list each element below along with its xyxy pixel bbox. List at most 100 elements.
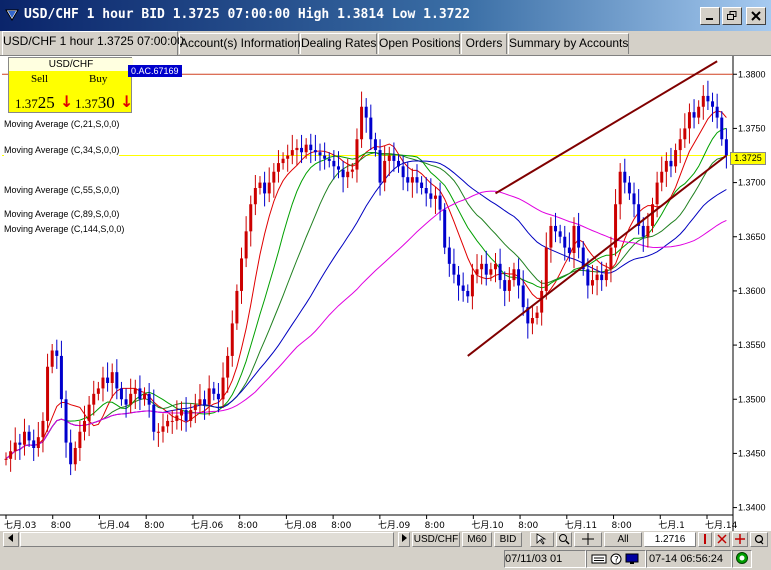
candle-body: [383, 160, 387, 183]
tab-dealing-rates[interactable]: Dealing Rates: [300, 33, 377, 54]
window-title: USD/CHF 1 hour BID 1.3725 07:00:00 High …: [24, 7, 471, 22]
candle-body: [115, 372, 119, 389]
tab-account-information[interactable]: Account(s) Information: [179, 33, 301, 54]
indicator-label[interactable]: Moving Average (C,89,S,0,0): [4, 209, 120, 221]
order-marker-button[interactable]: [698, 532, 712, 547]
candle-body: [535, 312, 539, 318]
candle-body: [32, 440, 36, 448]
zoom-tool-button[interactable]: [556, 532, 572, 547]
x-tick-label: 8:00: [144, 521, 164, 531]
value-field[interactable]: 1.2716: [644, 532, 696, 547]
y-tick-label: 1.3700: [738, 178, 766, 188]
indicator-label[interactable]: Moving Average (C,144,S,0,0): [4, 224, 125, 236]
scroll-left-button[interactable]: [3, 532, 19, 547]
x-tick-label: 七月.10: [471, 520, 504, 531]
y-tick-label: 1.3500: [738, 394, 766, 404]
candle-body: [221, 377, 225, 400]
candle-body: [152, 404, 156, 432]
indicator-label[interactable]: Moving Average (C,34,S,0,0): [4, 145, 120, 157]
tab-open-positions[interactable]: Open Positions: [378, 33, 460, 54]
title-bar[interactable]: USD/CHF 1 hour BID 1.3725 07:00:00 High …: [0, 0, 771, 31]
all-button[interactable]: All: [604, 532, 642, 547]
trading-window: USD/CHF 1 hour BID 1.3725 07:00:00 High …: [0, 0, 771, 570]
candle-body: [119, 388, 123, 400]
maximize-button[interactable]: [722, 7, 742, 25]
current-price-tag: 1.3725: [730, 152, 766, 165]
cross-marker-button[interactable]: [714, 532, 730, 547]
candle-body: [240, 258, 244, 291]
candle-body: [461, 285, 465, 291]
network-icon: [625, 553, 639, 565]
candle-body: [59, 355, 63, 400]
candle-body: [563, 236, 567, 248]
indicator-label[interactable]: Moving Average (C,55,S,0,0): [4, 185, 120, 197]
candle-body: [290, 150, 294, 156]
sell-price-prefix: 1.37: [15, 96, 38, 111]
candle-body: [655, 182, 659, 205]
candle-body: [544, 247, 548, 291]
candle-body: [711, 101, 715, 107]
candle-body: [600, 274, 604, 281]
period-button[interactable]: M60: [462, 532, 492, 547]
tab-orders[interactable]: Orders: [461, 33, 507, 54]
candle-body: [475, 269, 479, 275]
candle-body: [318, 152, 322, 156]
candle-body: [360, 106, 364, 140]
candle-body: [410, 177, 414, 183]
app-icon: [5, 9, 19, 21]
plus-marker-button[interactable]: [732, 532, 748, 547]
candle-body: [235, 290, 239, 324]
candle-body: [447, 247, 451, 264]
candle-body: [346, 171, 350, 178]
candle-body: [258, 182, 262, 188]
status-time: 07-14 06:56:24: [646, 550, 732, 568]
candle-body: [484, 263, 488, 275]
candle-body: [193, 404, 197, 411]
candle-body: [212, 388, 216, 394]
candle-body: [106, 377, 110, 383]
buy-price[interactable]: 1.3730: [75, 93, 115, 113]
candle-body: [96, 388, 100, 394]
restore-icon: [727, 11, 737, 20]
symbol-button[interactable]: USD/CHF: [412, 532, 460, 547]
scroll-right-button[interactable]: [398, 532, 410, 547]
candle-body: [697, 106, 701, 118]
candle-body: [22, 431, 26, 445]
cross-marker-icon: [717, 534, 727, 544]
flag-icon: [704, 534, 706, 544]
candle-body: [147, 393, 151, 405]
horizontal-scrollbar-track[interactable]: [20, 532, 394, 547]
candle-body: [336, 166, 340, 170]
quick-button[interactable]: [750, 532, 768, 547]
x-tick-label: 8:00: [238, 521, 258, 531]
svg-text:?: ?: [614, 556, 619, 566]
order-tag[interactable]: 0.AC.67169: [128, 65, 182, 77]
keyboard-icon: [591, 554, 607, 564]
candle-body: [156, 431, 160, 433]
candle-body: [641, 225, 645, 237]
candle-body: [244, 231, 248, 259]
candle-body: [27, 431, 31, 441]
buy-price-prefix: 1.37: [75, 96, 98, 111]
status-icons: ?: [586, 550, 646, 568]
price-type-button[interactable]: BID: [494, 532, 522, 547]
candle-body: [304, 144, 308, 153]
candle-body: [420, 182, 424, 188]
candle-body: [226, 355, 230, 378]
minimize-button[interactable]: [700, 7, 720, 25]
sell-price-pips: 25: [37, 93, 55, 112]
indicator-label[interactable]: Moving Average (C,21,S,0,0): [4, 119, 120, 131]
candle-body: [397, 160, 401, 167]
tab-chart[interactable]: USD/CHF 1 hour 1.3725 07:00:00: [2, 31, 184, 55]
cursor-tool-button[interactable]: [530, 532, 554, 547]
candle-body: [674, 150, 678, 167]
candle-body: [332, 160, 336, 167]
candle-body: [281, 158, 285, 164]
sell-price[interactable]: 1.3725: [15, 93, 55, 113]
y-tick-label: 1.3550: [738, 340, 766, 350]
candle-body: [457, 274, 461, 286]
tab-summary-by-accounts[interactable]: Summary by Accounts: [508, 33, 629, 54]
close-button[interactable]: [746, 7, 766, 25]
crosshair-button[interactable]: [574, 532, 602, 547]
candle-body: [73, 448, 77, 465]
